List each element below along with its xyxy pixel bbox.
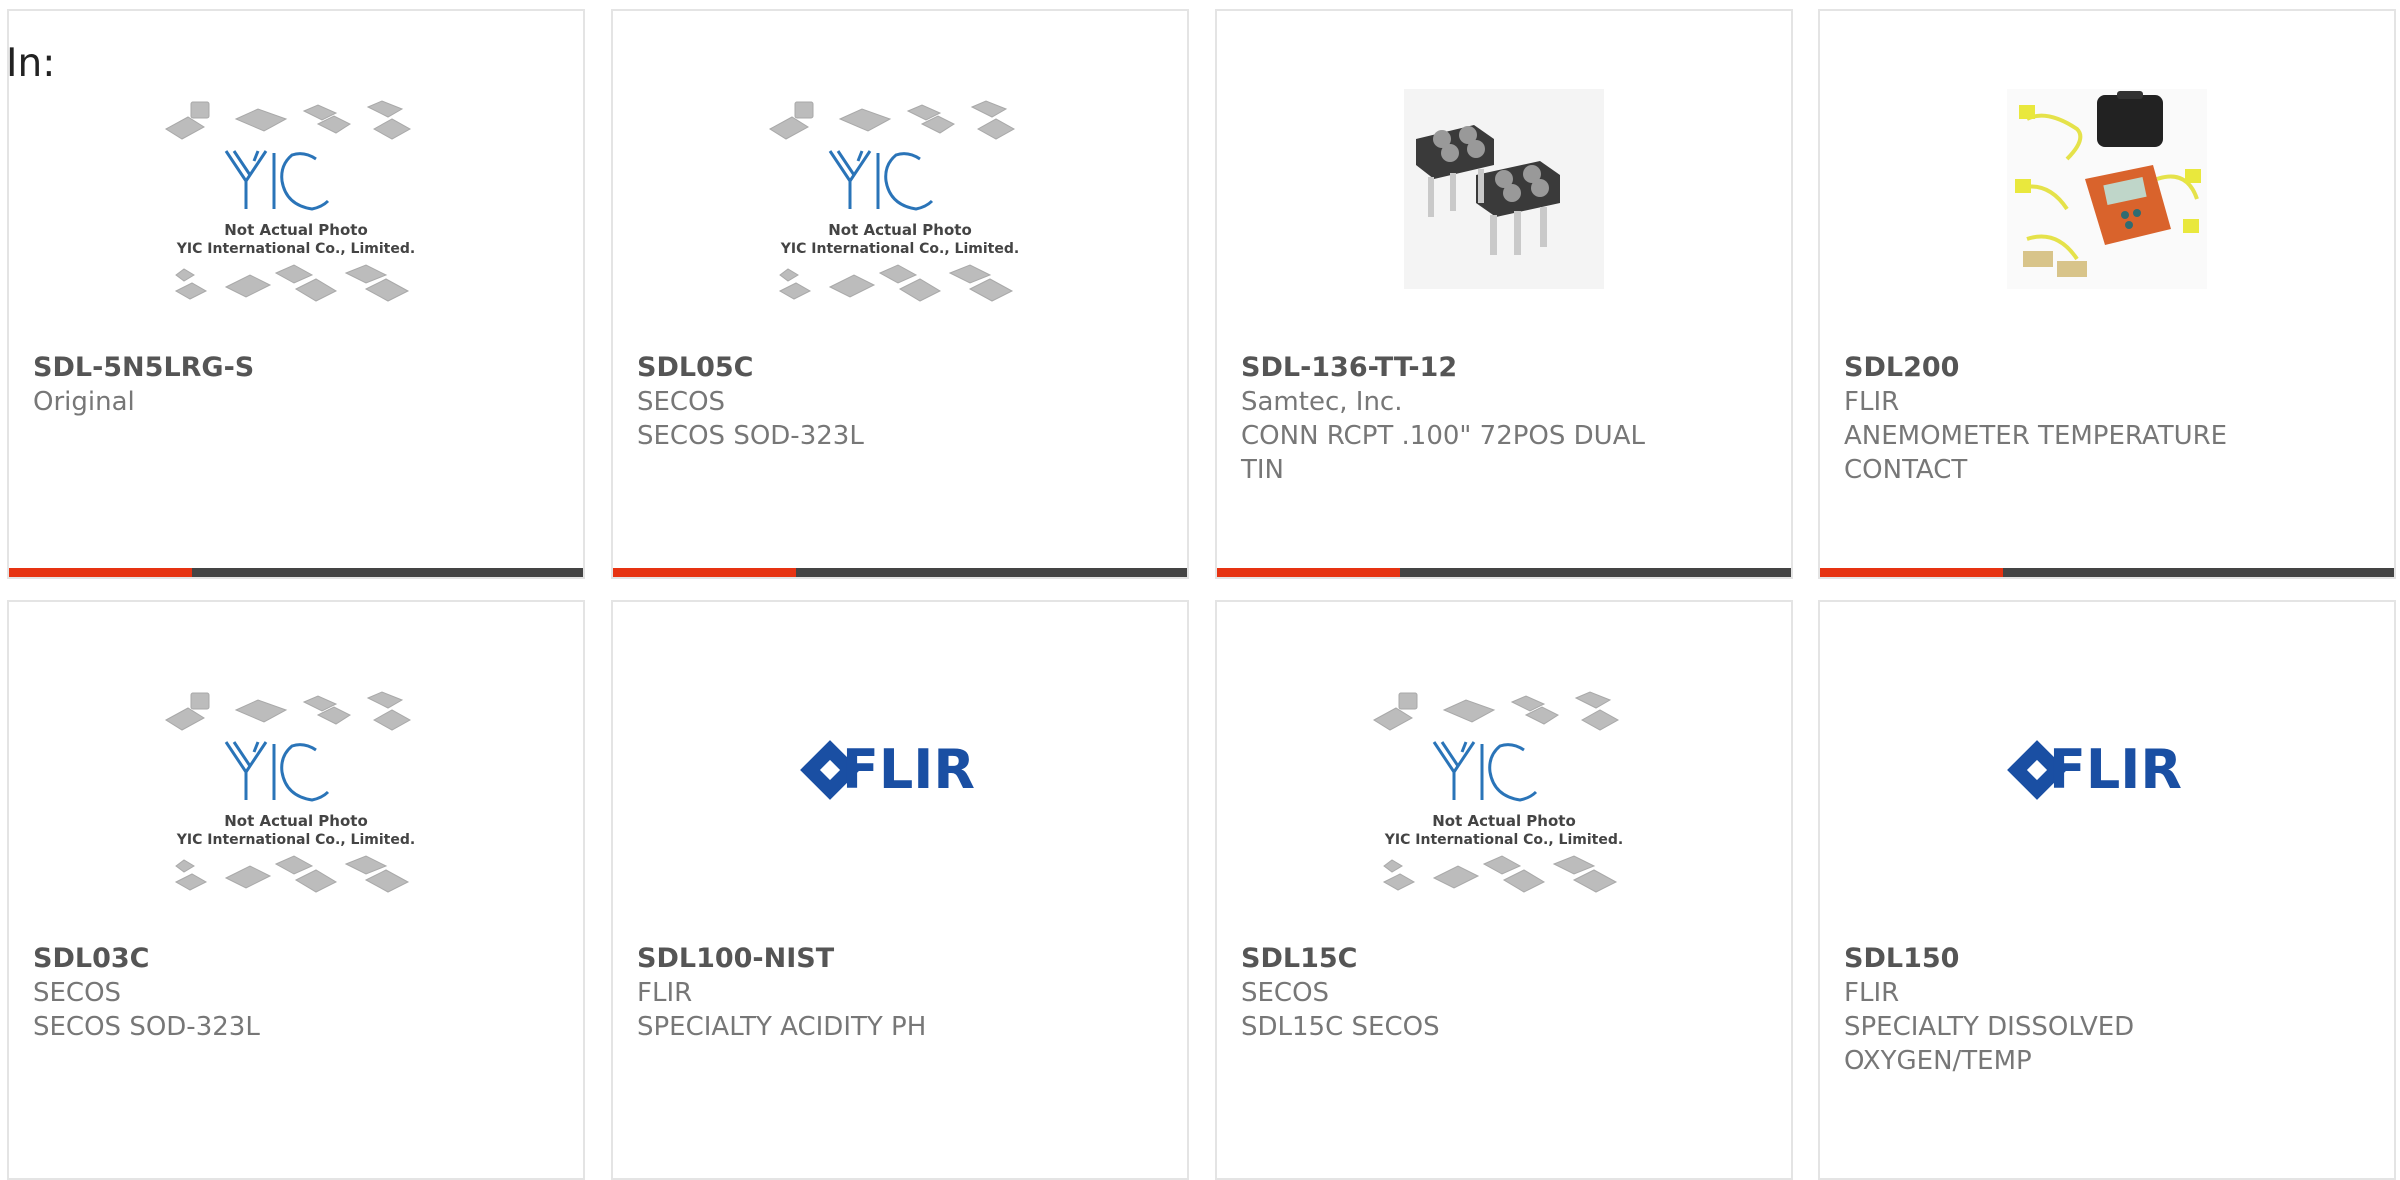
placeholder-caption: Not Actual Photo [224, 221, 368, 239]
product-card[interactable]: Not Actual Photo YIC International Co., … [7, 600, 585, 1180]
part-number[interactable]: SDL-5N5LRG-S [33, 351, 553, 385]
filter-label: In: [6, 41, 56, 86]
description: SPECIALTY DISSOLVED OXYGEN/TEMP [1844, 1012, 2135, 1076]
product-card[interactable]: FLIR SDL150 FLIR SPECIALTY DISSOLVED OXY… [1818, 600, 2396, 1180]
product-card[interactable]: SDL200 FLIR ANEMOMETER TEMPERATURE CONTA… [1818, 9, 2396, 579]
card-accent-bar [9, 568, 583, 577]
product-image[interactable]: Not Actual Photo YIC International Co., … [750, 69, 1050, 349]
product-card[interactable]: Not Actual Photo YIC International Co., … [7, 9, 585, 579]
manufacturer: SECOS [1241, 978, 1330, 1008]
placeholder-caption: Not Actual Photo [224, 812, 368, 830]
product-image[interactable] [1957, 69, 2257, 349]
product-image[interactable]: Not Actual Photo YIC International Co., … [146, 69, 446, 349]
card-accent-bar [1820, 568, 2394, 577]
product-card[interactable]: SDL-136-TT-12 Samtec, Inc. CONN RCPT .10… [1215, 9, 1793, 579]
flir-logo-text: FLIR [842, 738, 975, 801]
part-number[interactable]: SDL100-NIST [637, 942, 1157, 976]
manufacturer: FLIR [1844, 387, 1900, 417]
manufacturer: SECOS [33, 978, 122, 1008]
product-card[interactable]: Not Actual Photo YIC International Co., … [1215, 600, 1793, 1180]
placeholder-company: YIC International Co., Limited. [176, 832, 415, 848]
description: SPECIALTY ACIDITY PH [637, 1012, 927, 1042]
part-number[interactable]: SDL05C [637, 351, 1157, 385]
description: SDL15C SECOS [1241, 1012, 1440, 1042]
product-card[interactable]: FLIR SDL100-NIST FLIR SPECIALTY ACIDITY … [611, 600, 1189, 1180]
card-accent-bar [1217, 568, 1791, 577]
manufacturer: Original [33, 387, 135, 417]
part-number[interactable]: SDL150 [1844, 942, 2364, 976]
placeholder-caption: Not Actual Photo [828, 221, 972, 239]
manufacturer: FLIR [1844, 978, 1900, 1008]
product-grid: Not Actual Photo YIC International Co., … [0, 0, 2400, 1180]
placeholder-caption: Not Actual Photo [1432, 812, 1576, 830]
flir-logo-text: FLIR [2049, 738, 2182, 801]
manufacturer: SECOS [637, 387, 726, 417]
manufacturer: FLIR [637, 978, 693, 1008]
placeholder-company: YIC International Co., Limited. [176, 241, 415, 257]
product-image[interactable] [1354, 69, 1654, 349]
description: SECOS SOD-323L [637, 421, 864, 451]
product-image[interactable]: Not Actual Photo YIC International Co., … [146, 660, 446, 940]
product-image[interactable]: Not Actual Photo YIC International Co., … [1354, 660, 1654, 940]
product-card[interactable]: Not Actual Photo YIC International Co., … [611, 9, 1189, 579]
product-image[interactable]: FLIR [750, 660, 1050, 940]
part-number[interactable]: SDL03C [33, 942, 553, 976]
placeholder-company: YIC International Co., Limited. [780, 241, 1019, 257]
description: ANEMOMETER TEMPERATURE CONTACT [1844, 421, 2228, 485]
manufacturer: Samtec, Inc. [1241, 387, 1403, 417]
card-accent-bar [613, 568, 1187, 577]
part-number[interactable]: SDL15C [1241, 942, 1761, 976]
placeholder-company: YIC International Co., Limited. [1384, 832, 1623, 848]
part-number[interactable]: SDL-136-TT-12 [1241, 351, 1761, 385]
part-number[interactable]: SDL200 [1844, 351, 2364, 385]
description: SECOS SOD-323L [33, 1012, 260, 1042]
description: CONN RCPT .100" 72POS DUAL TIN [1241, 421, 1645, 485]
product-image[interactable]: FLIR [1957, 660, 2257, 940]
